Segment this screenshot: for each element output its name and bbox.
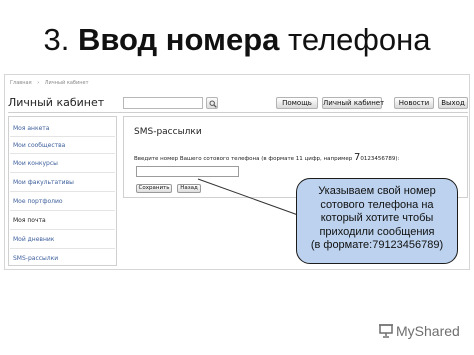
callout-pointer-line	[197, 178, 299, 216]
watermark-text: MyShared	[396, 323, 460, 339]
callout-note: Указываем свой номер сотового телефона н…	[296, 178, 458, 264]
presentation-icon	[379, 324, 393, 338]
watermark-logo: MyShared	[378, 323, 472, 339]
